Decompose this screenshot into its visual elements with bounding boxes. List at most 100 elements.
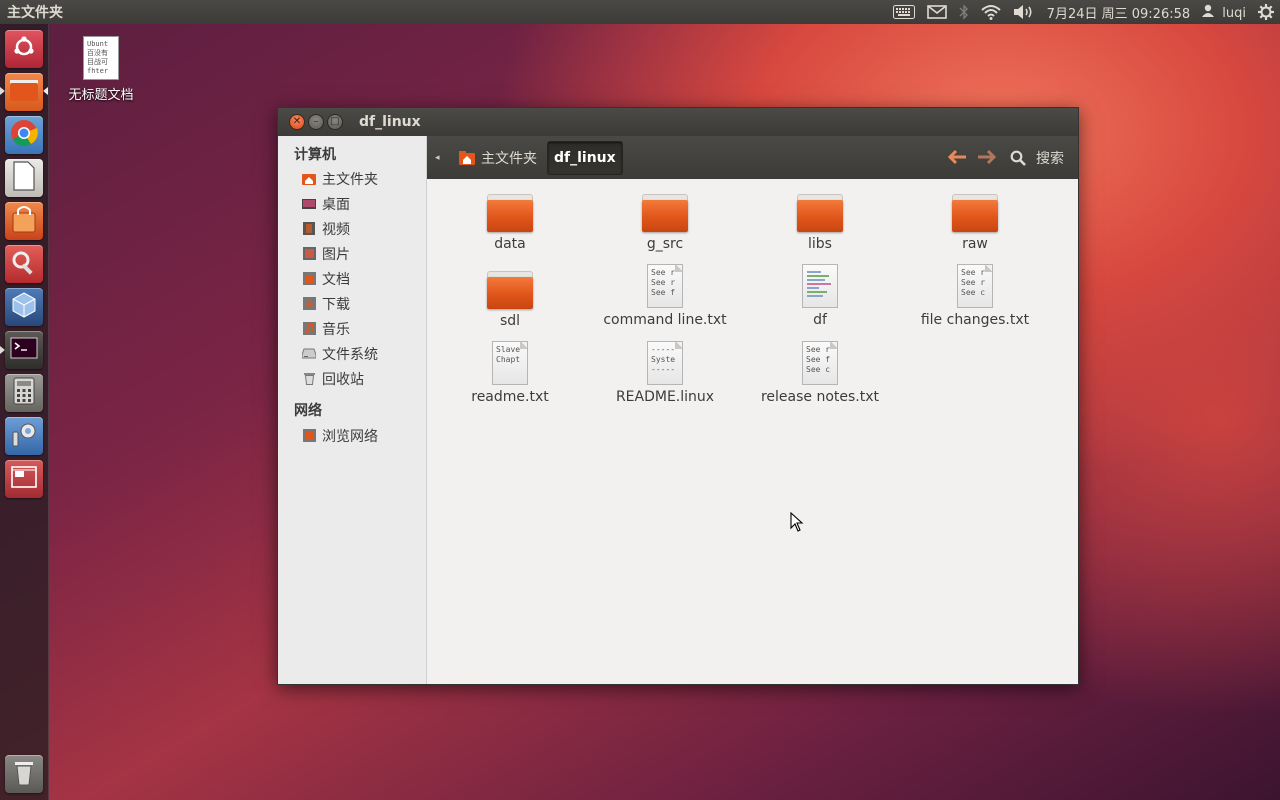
folder-icon bbox=[797, 194, 843, 232]
sidebar-item-downloads[interactable]: 下载 bbox=[278, 291, 426, 316]
file-label: README.linux bbox=[615, 389, 715, 405]
file-item[interactable]: ----- Syste ----- README.linux bbox=[590, 341, 740, 405]
file-label: sdl bbox=[499, 313, 521, 329]
keyboard-icon[interactable] bbox=[887, 0, 921, 24]
file-item[interactable]: See r See r See f command line.txt bbox=[590, 264, 740, 328]
launcher-terminal[interactable] bbox=[5, 331, 43, 369]
launcher-calculator[interactable] bbox=[5, 374, 43, 412]
breadcrumb-scroll-left-button[interactable]: ◂ bbox=[435, 153, 449, 163]
launcher-trash[interactable] bbox=[5, 755, 43, 793]
file-label: file changes.txt bbox=[920, 312, 1030, 328]
wifi-icon[interactable] bbox=[975, 0, 1007, 24]
file-item[interactable]: See r See r See c file changes.txt bbox=[900, 264, 1050, 328]
preview-line: 目战可 bbox=[87, 58, 108, 66]
file-label: data bbox=[494, 236, 526, 252]
search-label: 搜索 bbox=[1036, 150, 1064, 167]
file-label: libs bbox=[808, 236, 832, 252]
file-view: data g_src libs raw sdl See r See r See … bbox=[428, 179, 1078, 684]
sidebar-item-label: 图片 bbox=[322, 246, 350, 263]
breadcrumb-home[interactable]: 主文件夹 bbox=[449, 141, 547, 175]
user-name: luqi bbox=[1222, 5, 1246, 21]
sidebar-item-label: 回收站 bbox=[322, 371, 364, 388]
dash-home-button[interactable] bbox=[5, 30, 43, 68]
chrome-icon bbox=[10, 119, 38, 151]
file-label: g_src bbox=[646, 236, 684, 252]
preview-line: Ubunt bbox=[87, 40, 109, 48]
pointer-icon bbox=[790, 511, 804, 536]
file-item[interactable]: sdl bbox=[435, 271, 585, 329]
navigation-controls: 搜索 bbox=[940, 148, 1064, 168]
folder-icon bbox=[9, 78, 39, 106]
breadcrumb-current[interactable]: df_linux bbox=[547, 140, 623, 175]
preview-line: See r bbox=[651, 268, 676, 277]
active-app-title: 主文件夹 bbox=[7, 5, 63, 21]
preview-line: Chapt bbox=[496, 355, 521, 364]
sidebar-item-videos[interactable]: 视频 bbox=[278, 216, 426, 241]
file-item[interactable]: raw bbox=[900, 194, 1050, 252]
launcher-chrome[interactable] bbox=[5, 116, 43, 154]
cube-icon bbox=[10, 291, 38, 323]
window-maximize-button[interactable]: □ bbox=[327, 114, 343, 130]
file-item[interactable]: Slave Chapt readme.txt bbox=[435, 341, 585, 405]
sidebar-item-filesystem[interactable]: 文件系统 bbox=[278, 341, 426, 366]
launcher-text-editor[interactable] bbox=[5, 159, 43, 197]
search-button[interactable]: 搜索 bbox=[1010, 148, 1064, 168]
mail-icon[interactable] bbox=[921, 0, 953, 24]
maximize-icon: □ bbox=[330, 116, 340, 127]
user-menu[interactable]: luqi bbox=[1196, 4, 1252, 21]
sidebar-item-label: 文件系统 bbox=[322, 346, 378, 363]
document-icon bbox=[12, 161, 36, 195]
downloads-icon bbox=[302, 297, 316, 310]
launcher-system-settings[interactable] bbox=[5, 245, 43, 283]
window-title: df_linux bbox=[359, 114, 421, 130]
text-file-icon: See r See r See c bbox=[957, 264, 993, 308]
sidebar-item-music[interactable]: 音乐 bbox=[278, 316, 426, 341]
indicator-tray: 7月24日 周三 09:26:58 luqi bbox=[887, 0, 1280, 24]
text-file-icon: ----- Syste ----- bbox=[647, 341, 683, 385]
document-icon: Ubunt 百没有 目战可 fhter bbox=[83, 36, 119, 80]
sidebar-item-desktop[interactable]: 桌面 bbox=[278, 191, 426, 216]
sidebar-item-browse-network[interactable]: 浏览网络 bbox=[278, 423, 426, 448]
sidebar-item-home[interactable]: 主文件夹 bbox=[278, 166, 426, 191]
preview-line: See r bbox=[961, 278, 986, 287]
launcher-files[interactable] bbox=[5, 73, 43, 111]
arrow-right-icon bbox=[976, 146, 997, 170]
trash-icon bbox=[13, 758, 35, 790]
close-icon: ✕ bbox=[292, 116, 302, 127]
preview-line: See c bbox=[806, 365, 831, 374]
file-item[interactable]: df bbox=[745, 264, 895, 328]
places-sidebar: 计算机 主文件夹 桌面 视频 图片 文档 下载 音乐 文件系统 回收站 网络 浏… bbox=[278, 136, 427, 684]
file-item[interactable]: libs bbox=[745, 194, 895, 252]
music-icon bbox=[302, 322, 316, 335]
file-item[interactable]: See r See f See c release notes.txt bbox=[745, 341, 895, 405]
file-item[interactable]: data bbox=[435, 194, 585, 252]
file-item[interactable]: g_src bbox=[590, 194, 740, 252]
ubuntu-logo-icon bbox=[12, 35, 36, 63]
forward-button[interactable] bbox=[976, 146, 997, 170]
window-close-button[interactable]: ✕ bbox=[289, 114, 305, 130]
back-button[interactable] bbox=[947, 148, 968, 168]
sidebar-item-documents[interactable]: 文档 bbox=[278, 266, 426, 291]
sidebar-item-trash[interactable]: 回收站 bbox=[278, 366, 426, 391]
sidebar-header-network: 网络 bbox=[294, 403, 322, 419]
session-gear-icon[interactable] bbox=[1252, 0, 1280, 24]
desktop-file-icon[interactable]: Ubunt 百没有 目战可 fhter 无标题文档 bbox=[60, 36, 142, 103]
drive-icon bbox=[302, 347, 316, 360]
launcher-software-center[interactable] bbox=[5, 202, 43, 240]
window-minimize-button[interactable]: – bbox=[308, 114, 324, 130]
tools-icon bbox=[10, 420, 38, 452]
sidebar-item-pictures[interactable]: 图片 bbox=[278, 241, 426, 266]
volume-icon[interactable] bbox=[1007, 0, 1041, 24]
clock[interactable]: 7月24日 周三 09:26:58 bbox=[1041, 3, 1196, 22]
launcher-virtualbox[interactable] bbox=[5, 288, 43, 326]
file-label: df bbox=[813, 312, 827, 328]
window-titlebar[interactable]: ✕ – □ df_linux bbox=[278, 108, 1078, 136]
documents-icon bbox=[302, 272, 316, 285]
search-icon bbox=[1010, 150, 1026, 166]
bluetooth-icon[interactable] bbox=[953, 0, 975, 24]
launcher-system-tools[interactable] bbox=[5, 417, 43, 455]
preview-line: ----- bbox=[651, 365, 676, 374]
sidebar-item-label: 音乐 bbox=[322, 321, 350, 338]
launcher-workspace-switcher[interactable] bbox=[5, 460, 43, 498]
toolbar: ◂ 主文件夹 df_linux 搜索 bbox=[427, 136, 1078, 179]
